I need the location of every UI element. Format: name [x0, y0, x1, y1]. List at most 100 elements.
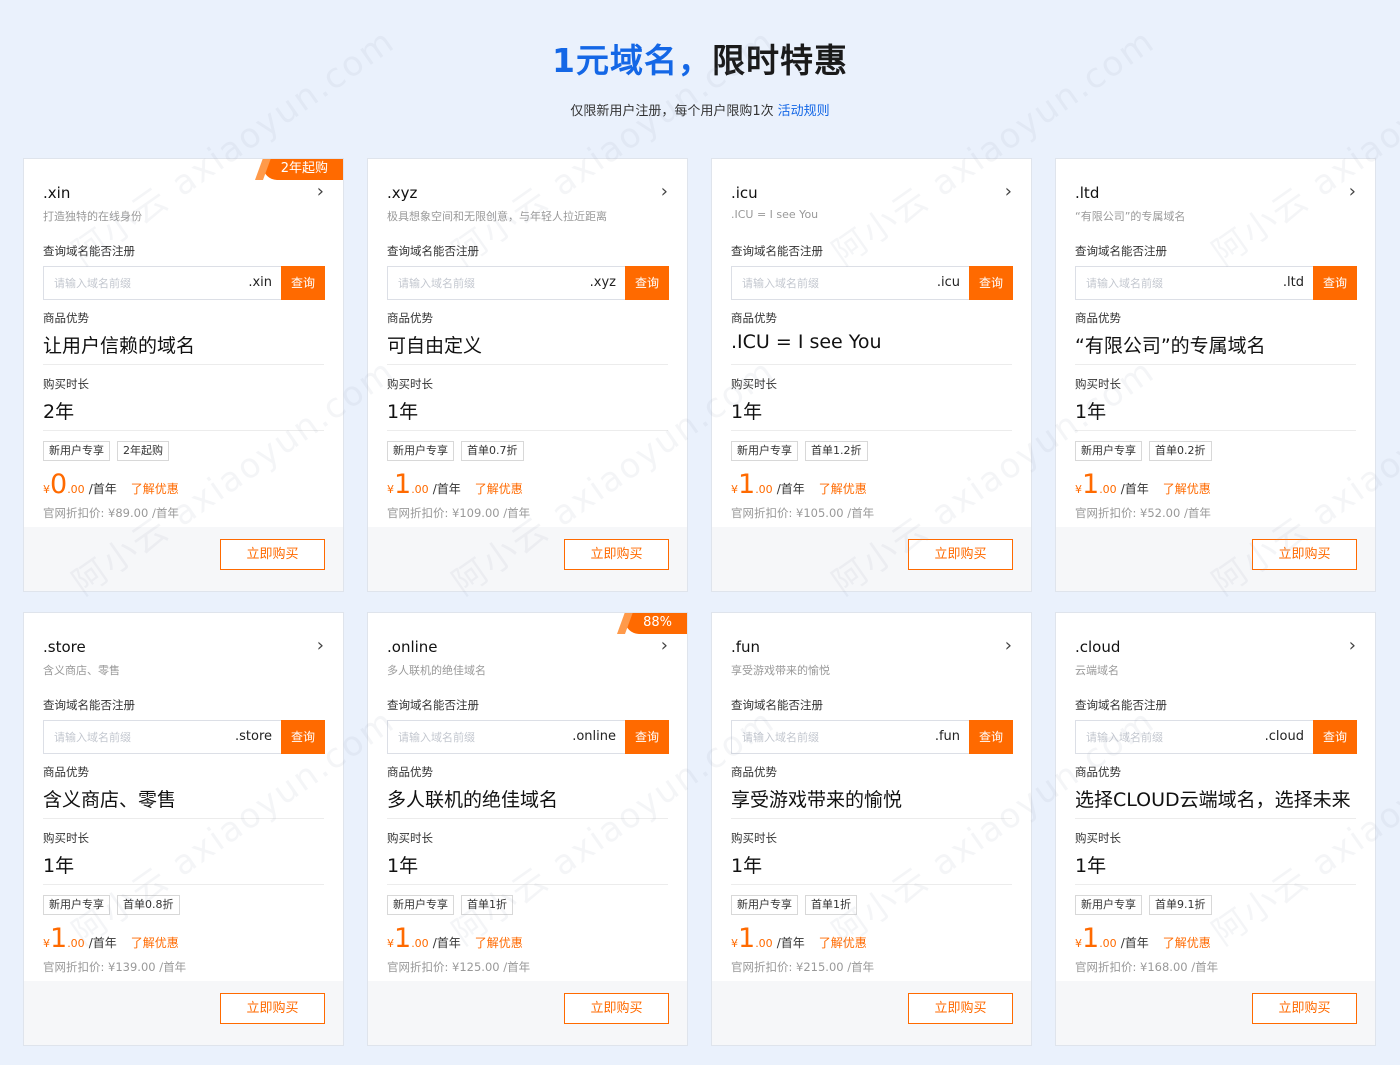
advantage-value: 享受游戏带来的愉悦 — [731, 789, 903, 811]
domain-prefix-input[interactable] — [1076, 267, 1276, 299]
search-button[interactable]: 查询 — [625, 720, 669, 754]
learn-more-link[interactable]: 了解优惠 — [475, 936, 523, 950]
activity-rules-link[interactable]: 活动规则 — [778, 104, 830, 119]
search-button[interactable]: 查询 — [1313, 720, 1357, 754]
domain-desc: 打造独特的在线身份 — [43, 210, 142, 223]
title-accent: 1元域名， — [552, 41, 712, 80]
chevron-right-icon[interactable]: › — [1005, 635, 1012, 656]
domain-prefix-input[interactable] — [388, 267, 588, 299]
currency: ¥ — [731, 937, 738, 950]
search-button[interactable]: 查询 — [969, 720, 1013, 754]
duration-value: 1年 — [731, 855, 763, 877]
domain-suffix: .xyz — [589, 275, 616, 290]
buy-now-button[interactable]: 立即购买 — [220, 993, 325, 1024]
learn-more-link[interactable]: 了解优惠 — [1163, 936, 1211, 950]
advantage-label: 商品优势 — [731, 311, 777, 325]
domain-search: .cloud 查询 — [1075, 720, 1357, 754]
orig-value: 139.00 — [115, 960, 156, 974]
search-button[interactable]: 查询 — [281, 266, 325, 300]
domain-prefix-input[interactable] — [732, 721, 932, 753]
learn-more-link[interactable]: 了解优惠 — [131, 482, 179, 496]
tag-list: 新用户专享 首单1.2折 — [731, 441, 868, 461]
orig-value: 168.00 — [1147, 960, 1188, 974]
chevron-right-icon[interactable]: › — [661, 635, 668, 656]
orig-prefix: 官网折扣价: ¥ — [387, 506, 460, 520]
price-unit: /首年 — [432, 936, 461, 950]
chevron-right-icon[interactable]: › — [661, 181, 668, 202]
tag-list: 新用户专享 首单0.2折 — [1075, 441, 1212, 461]
domain-prefix-input[interactable] — [44, 267, 244, 299]
domain-suffix: .xin — [248, 275, 272, 290]
divider — [387, 884, 668, 885]
domain-name: .online — [387, 638, 438, 656]
advantage-value: 选择CLOUD云端域名，选择未来 — [1075, 789, 1351, 811]
tag: 新用户专享 — [1075, 895, 1142, 915]
tag: 新用户专享 — [387, 895, 454, 915]
duration-value: 1年 — [387, 401, 419, 423]
learn-more-link[interactable]: 了解优惠 — [475, 482, 523, 496]
divider — [1075, 884, 1356, 885]
domain-prefix-input[interactable] — [732, 267, 932, 299]
divider — [1075, 364, 1356, 365]
divider — [43, 364, 324, 365]
chevron-right-icon[interactable]: › — [317, 181, 324, 202]
original-price: 官网折扣价: ¥52.00 /首年 — [1075, 505, 1211, 521]
learn-more-link[interactable]: 了解优惠 — [819, 482, 867, 496]
learn-more-link[interactable]: 了解优惠 — [131, 936, 179, 950]
search-button[interactable]: 查询 — [625, 266, 669, 300]
learn-more-link[interactable]: 了解优惠 — [819, 936, 867, 950]
divider — [387, 364, 668, 365]
domain-desc: 含义商店、零售 — [43, 664, 120, 677]
chevron-right-icon[interactable]: › — [1349, 635, 1356, 656]
currency: ¥ — [387, 483, 394, 496]
domain-card: 88% .online › 多人联机的绝佳域名 查询域名能否注册 .online … — [367, 612, 688, 1046]
original-price: 官网折扣价: ¥168.00 /首年 — [1075, 959, 1218, 975]
search-button[interactable]: 查询 — [281, 720, 325, 754]
buy-now-button[interactable]: 立即购买 — [908, 539, 1013, 570]
search-button[interactable]: 查询 — [1313, 266, 1357, 300]
domain-desc: 云端域名 — [1075, 664, 1119, 677]
price-decimal: .00 — [755, 483, 773, 496]
price-decimal: .00 — [67, 937, 85, 950]
price-value: 1 — [738, 923, 756, 954]
price-decimal: .00 — [411, 937, 429, 950]
tag-list: 新用户专享 首单0.8折 — [43, 895, 180, 915]
buy-now-button[interactable]: 立即购买 — [1252, 539, 1357, 570]
domain-card: .cloud › 云端域名 查询域名能否注册 .cloud 查询 商品优势 选择C… — [1055, 612, 1376, 1046]
domain-prefix-input[interactable] — [1076, 721, 1276, 753]
buy-now-button[interactable]: 立即购买 — [564, 993, 669, 1024]
price: ¥1.00/首年 了解优惠 — [1075, 923, 1211, 954]
advantage-label: 商品优势 — [387, 765, 433, 779]
learn-more-link[interactable]: 了解优惠 — [1163, 482, 1211, 496]
price-decimal: .00 — [1099, 937, 1117, 950]
domain-suffix: .ltd — [1282, 275, 1304, 290]
buy-now-button[interactable]: 立即购买 — [1252, 993, 1357, 1024]
domain-prefix-input[interactable] — [388, 721, 588, 753]
advantage-value: 含义商店、零售 — [43, 789, 177, 811]
tag-list: 新用户专享 首单9.1折 — [1075, 895, 1212, 915]
tag: 首单1折 — [461, 895, 513, 915]
chevron-right-icon[interactable]: › — [1005, 181, 1012, 202]
buy-now-button[interactable]: 立即购买 — [908, 993, 1013, 1024]
price-unit: /首年 — [88, 482, 117, 496]
tag: 新用户专享 — [731, 441, 798, 461]
divider — [731, 818, 1012, 819]
advantage-label: 商品优势 — [1075, 765, 1121, 779]
advantage-value: .ICU = I see You — [731, 331, 882, 353]
divider — [387, 430, 668, 431]
buy-now-button[interactable]: 立即购买 — [220, 539, 325, 570]
chevron-right-icon[interactable]: › — [317, 635, 324, 656]
chevron-right-icon[interactable]: › — [1349, 181, 1356, 202]
card-footer: 立即购买 — [368, 981, 687, 1045]
currency: ¥ — [731, 483, 738, 496]
orig-suffix: /首年 — [499, 506, 531, 520]
search-button[interactable]: 查询 — [969, 266, 1013, 300]
orig-value: 109.00 — [459, 506, 500, 520]
buy-now-button[interactable]: 立即购买 — [564, 539, 669, 570]
domain-suffix: .cloud — [1264, 729, 1304, 744]
domain-desc: 极具想象空间和无限创意，与年轻人拉近距离 — [387, 210, 607, 223]
domain-prefix-input[interactable] — [44, 721, 244, 753]
price-unit: /首年 — [432, 482, 461, 496]
tag-list: 新用户专享 首单1折 — [731, 895, 857, 915]
advantage-label: 商品优势 — [387, 311, 433, 325]
